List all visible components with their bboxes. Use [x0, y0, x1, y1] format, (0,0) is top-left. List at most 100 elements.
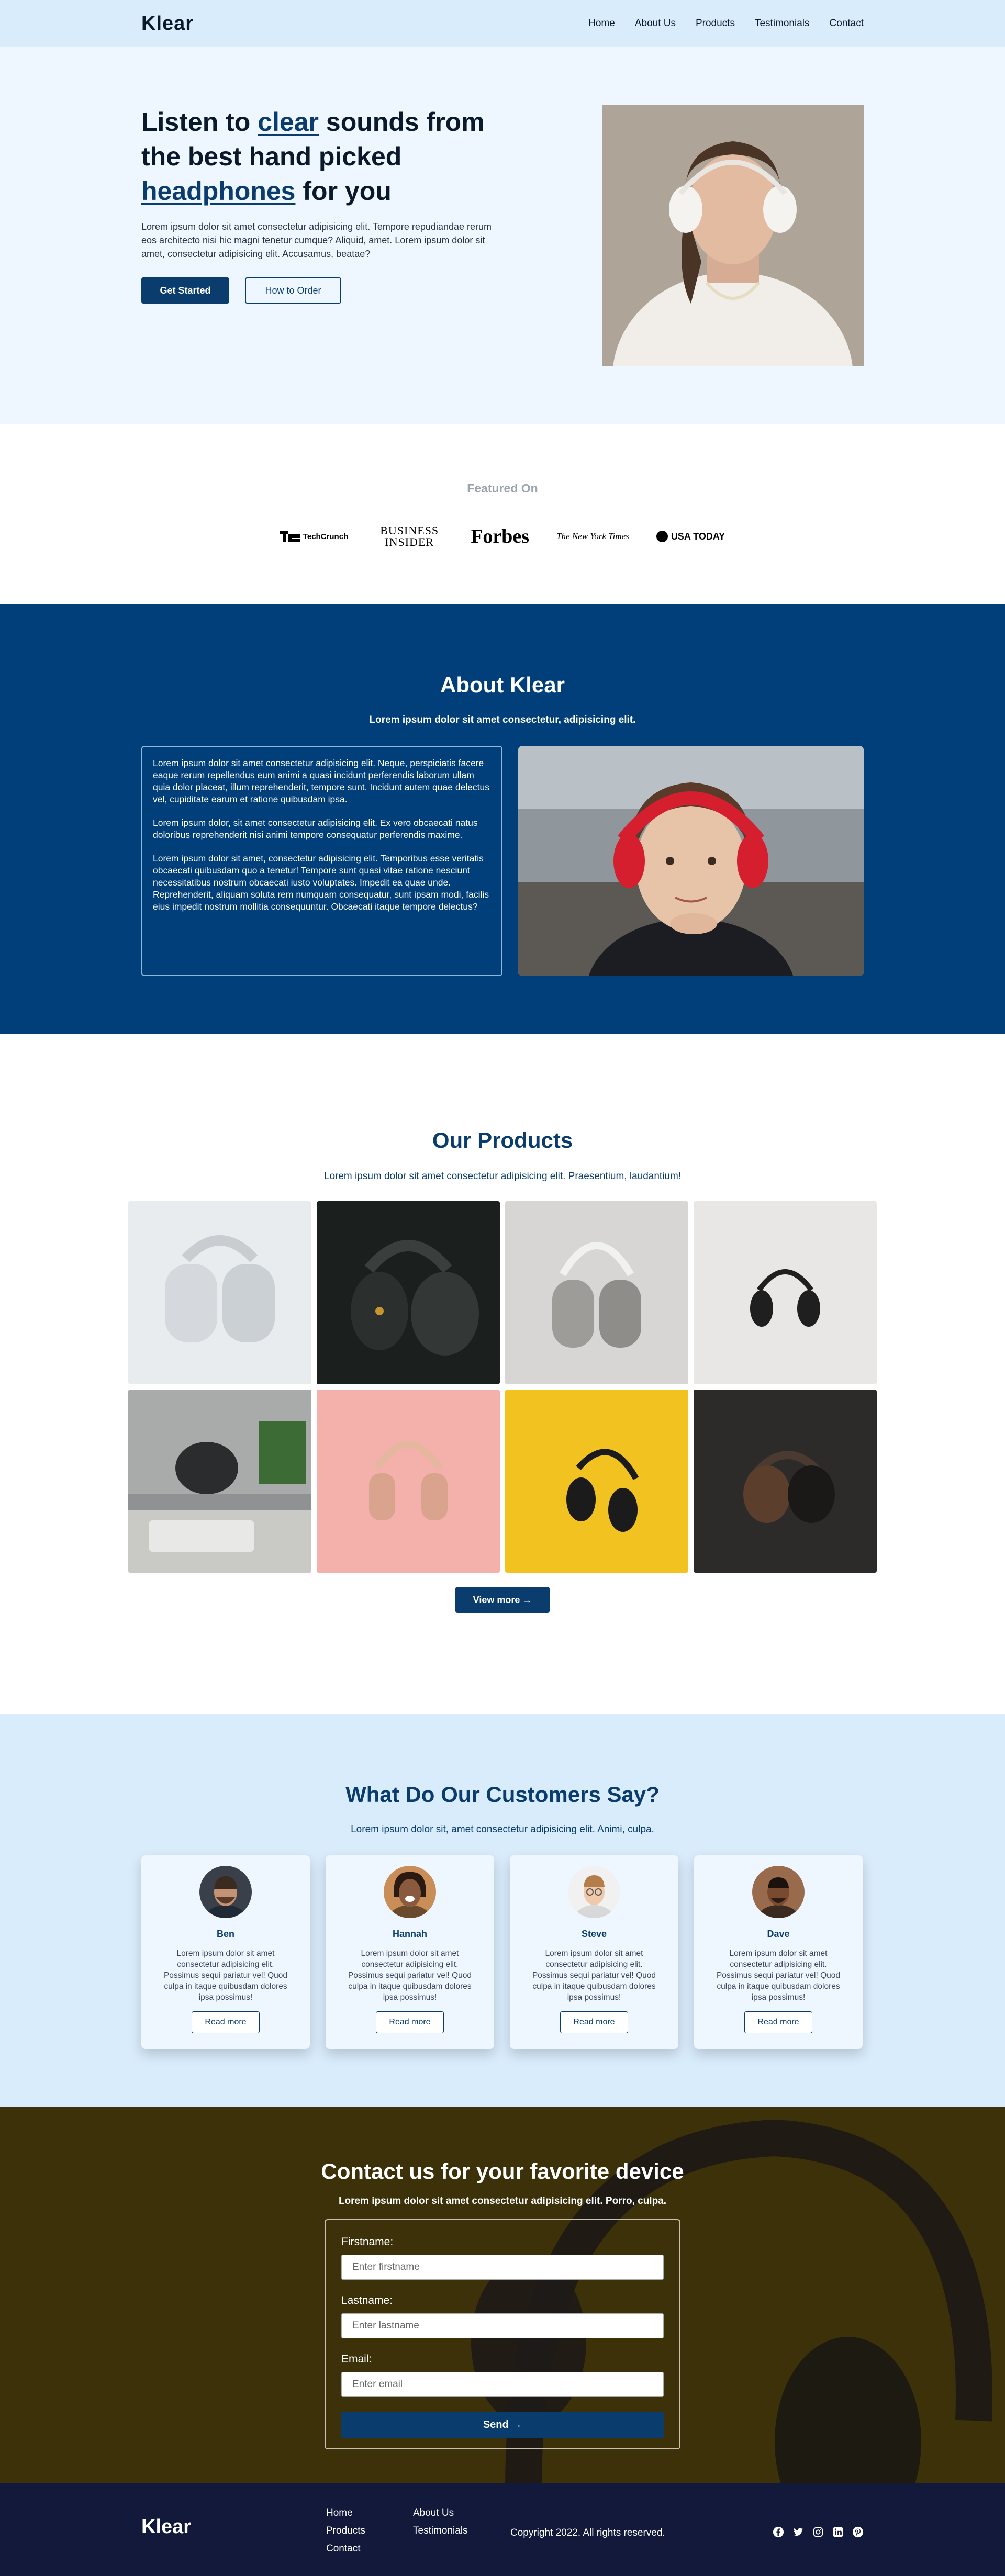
testimonial-text: Lorem ipsum dolor sit amet consectetur a…	[532, 1949, 656, 2002]
nav-link-about[interactable]: About Us	[635, 18, 676, 29]
nav-link-products[interactable]: Products	[696, 18, 735, 29]
testimonial-text: Lorem ipsum dolor sit amet consectetur a…	[348, 1949, 472, 2002]
instagram-icon[interactable]	[812, 2526, 824, 2538]
hero-title: Listen to clear sounds from the best han…	[141, 105, 502, 208]
product-image[interactable]	[694, 1201, 877, 1384]
facebook-icon[interactable]	[773, 2526, 784, 2538]
testimonial-name: Ben	[216, 1929, 234, 1939]
usa-today-text: USA TODAY	[671, 531, 725, 542]
testimonials-subtitle: Lorem ipsum dolor sit, amet consectetur …	[351, 1824, 654, 1835]
testimonial-name: Hannah	[392, 1929, 427, 1939]
email-input[interactable]: Enter email	[341, 2372, 664, 2397]
contact-subtitle: Lorem ipsum dolor sit amet consectetur a…	[338, 2196, 667, 2207]
read-more-button[interactable]: Read more	[192, 2011, 260, 2033]
product-image[interactable]	[128, 1390, 311, 1573]
techcrunch-logo: TechCrunch	[280, 531, 348, 542]
product-image[interactable]	[694, 1390, 877, 1573]
read-more-button[interactable]: Read more	[376, 2011, 444, 2033]
product-image[interactable]	[128, 1201, 311, 1384]
hero-description: Lorem ipsum dolor sit amet consectetur a…	[141, 221, 492, 259]
testimonial-cards: Ben Lorem ipsum dolor sit amet consectet…	[141, 1855, 863, 2049]
logo[interactable]: Klear	[141, 13, 194, 35]
view-more-button[interactable]: View more →	[455, 1587, 550, 1613]
products-subtitle: Lorem ipsum dolor sit amet consectetur a…	[323, 1171, 682, 1182]
testimonial-text: Lorem ipsum dolor sit amet consectetur a…	[163, 1949, 288, 2002]
usa-today-dot	[656, 531, 668, 542]
about-title: About Klear	[440, 673, 565, 697]
featured-logos: TechCrunch BUSINESS INSIDER Forbes The N…	[0, 525, 1005, 548]
testimonial-name: Dave	[767, 1929, 790, 1939]
linkedin-icon[interactable]	[832, 2526, 844, 2538]
social-links	[773, 2526, 864, 2538]
avatar	[752, 1866, 805, 1918]
product-image[interactable]	[505, 1201, 688, 1384]
send-button[interactable]: Send →	[341, 2412, 664, 2438]
usa-today-logo: USA TODAY	[656, 531, 725, 542]
featured-title: Featured On	[467, 481, 538, 495]
about-text-box: Lorem ipsum dolor sit amet consectetur a…	[141, 746, 502, 976]
nav-link-testimonials[interactable]: Testimonials	[755, 18, 810, 29]
testimonials-title: What Do Our Customers Say?	[345, 1782, 660, 1807]
nav-links: Home About Us Products Testimonials Cont…	[588, 18, 864, 29]
business-insider-logo: BUSINESS INSIDER	[380, 524, 439, 548]
testimonial-text: Lorem ipsum dolor sit amet consectetur a…	[716, 1949, 841, 2002]
footer-link-products[interactable]: Products	[326, 2525, 365, 2537]
products-section: Our Products Lorem ipsum dolor sit amet …	[0, 1034, 1005, 1714]
firstname-input[interactable]: Enter firstname	[341, 2255, 664, 2280]
about-image	[518, 746, 864, 976]
avatar	[199, 1866, 252, 1918]
footer-logo[interactable]: Klear	[141, 2516, 191, 2538]
hero-title-highlight: clear	[258, 107, 319, 137]
pinterest-icon[interactable]	[852, 2526, 864, 2538]
hero-title-highlight: headphones	[141, 176, 296, 206]
contact-section: Contact us for your favorite device Lore…	[0, 2107, 1005, 2483]
email-label: Email:	[341, 2353, 372, 2365]
testimonial-card: Hannah Lorem ipsum dolor sit amet consec…	[326, 1855, 494, 2049]
hero-image	[602, 105, 864, 366]
hero-title-part: for you	[295, 176, 392, 206]
firstname-label: Firstname:	[341, 2236, 394, 2248]
get-started-button[interactable]: Get Started	[141, 277, 229, 304]
hero-title-part: Listen to	[141, 107, 258, 137]
about-paragraph: Lorem ipsum dolor sit amet, consectetur …	[153, 853, 489, 912]
product-image[interactable]	[317, 1201, 500, 1384]
lastname-label: Lastname:	[341, 2294, 393, 2306]
footer-link-about[interactable]: About Us	[413, 2507, 468, 2519]
avatar	[384, 1866, 436, 1918]
footer-links-col1: Home Products Contact	[326, 2507, 365, 2555]
forbes-logo: Forbes	[471, 525, 530, 547]
products-title: Our Products	[432, 1128, 573, 1152]
testimonial-card: Steve Lorem ipsum dolor sit amet consect…	[510, 1855, 678, 2049]
hero-section: Listen to clear sounds from the best han…	[0, 47, 1005, 424]
testimonial-name: Steve	[581, 1929, 607, 1939]
copyright: Copyright 2022. All rights reserved.	[510, 2527, 665, 2538]
testimonials-section: What Do Our Customers Say? Lorem ipsum d…	[0, 1714, 1005, 2107]
about-section: About Klear Lorem ipsum dolor sit amet c…	[0, 604, 1005, 1034]
avatar	[568, 1866, 620, 1918]
nav-link-contact[interactable]: Contact	[830, 18, 864, 29]
featured-section: Featured On TechCrunch BUSINESS INSIDER …	[0, 424, 1005, 604]
read-more-button[interactable]: Read more	[744, 2011, 812, 2033]
about-subtitle: Lorem ipsum dolor sit amet consectetur, …	[369, 714, 636, 725]
techcrunch-text: TechCrunch	[303, 532, 349, 541]
nyt-logo: The New York Times	[556, 531, 629, 541]
product-image[interactable]	[317, 1390, 500, 1573]
product-grid	[128, 1201, 877, 1573]
footer-link-home[interactable]: Home	[326, 2507, 365, 2519]
navbar: Klear Home About Us Products Testimonial…	[0, 0, 1005, 47]
nav-link-home[interactable]: Home	[588, 18, 615, 29]
how-to-order-button[interactable]: How to Order	[245, 277, 341, 304]
contact-form: Firstname: Enter firstname Lastname: Ent…	[325, 2219, 680, 2449]
footer-links-col2: About Us Testimonials	[413, 2507, 468, 2537]
read-more-button[interactable]: Read more	[560, 2011, 628, 2033]
testimonial-card: Dave Lorem ipsum dolor sit amet consecte…	[694, 1855, 863, 2049]
footer-link-testimonials[interactable]: Testimonials	[413, 2525, 468, 2537]
footer-link-contact[interactable]: Contact	[326, 2543, 365, 2555]
contact-title: Contact us for your favorite device	[321, 2159, 684, 2183]
twitter-icon[interactable]	[792, 2526, 804, 2538]
product-image[interactable]	[505, 1390, 688, 1573]
about-paragraph: Lorem ipsum dolor, sit amet consectetur …	[153, 817, 478, 840]
testimonial-card: Ben Lorem ipsum dolor sit amet consectet…	[141, 1855, 310, 2049]
lastname-input[interactable]: Enter lastname	[341, 2313, 664, 2338]
about-paragraph: Lorem ipsum dolor sit amet consectetur a…	[153, 758, 490, 804]
